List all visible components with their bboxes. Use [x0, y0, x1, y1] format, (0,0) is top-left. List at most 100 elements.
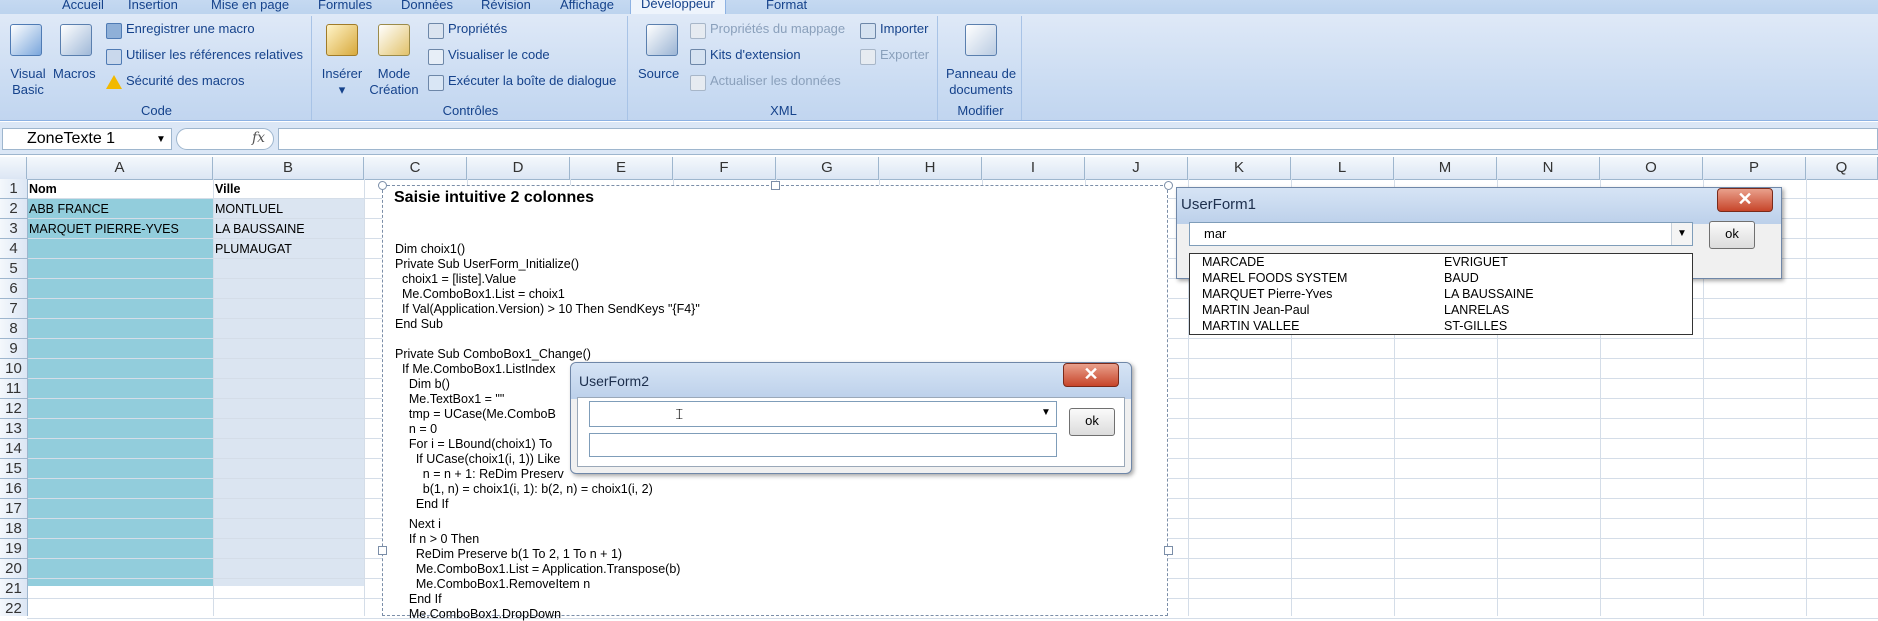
name-box-dropdown-icon[interactable]: ▼ — [156, 134, 166, 145]
list-item-city[interactable]: ST-GILLES — [1444, 319, 1507, 333]
source-button[interactable]: Source — [638, 66, 679, 81]
userform1-ok-button[interactable]: ok — [1709, 221, 1755, 249]
row-header[interactable]: 11 — [0, 379, 27, 399]
col-header-n[interactable]: N — [1497, 157, 1600, 179]
row-header[interactable]: 12 — [0, 399, 27, 419]
source-icon[interactable] — [646, 24, 678, 56]
col-header-e[interactable]: E — [570, 157, 673, 179]
formula-input[interactable] — [278, 128, 1878, 150]
resize-handle[interactable] — [771, 181, 780, 190]
row-header[interactable]: 10 — [0, 359, 27, 379]
row-header[interactable]: 7 — [0, 299, 27, 319]
select-all-corner[interactable] — [0, 157, 27, 179]
col-header-g[interactable]: G — [776, 157, 879, 179]
cell-a2[interactable]: ABB FRANCE — [29, 202, 109, 216]
design-mode-icon[interactable] — [378, 24, 410, 56]
document-panel-button[interactable]: Panneau de documents — [944, 66, 1018, 98]
tab-donnees[interactable]: Données — [401, 0, 453, 12]
row-header[interactable]: 6 — [0, 279, 27, 299]
cell-a3[interactable]: MARQUET PIERRE-YVES — [29, 222, 179, 236]
list-item-city[interactable]: EVRIGUET — [1444, 255, 1508, 269]
row-header[interactable]: 4 — [0, 239, 27, 259]
row-header[interactable]: 1 — [0, 179, 27, 199]
tab-affichage[interactable]: Affichage — [560, 0, 614, 12]
tab-accueil[interactable]: Accueil — [62, 0, 104, 12]
tab-mise-en-page[interactable]: Mise en page — [211, 0, 289, 12]
visual-basic-button[interactable]: Visual Basic — [8, 66, 48, 98]
visual-basic-icon[interactable] — [10, 24, 42, 56]
resize-handle[interactable] — [378, 181, 387, 190]
row-header[interactable]: 14 — [0, 439, 27, 459]
list-item-city[interactable]: BAUD — [1444, 271, 1479, 285]
name-box[interactable]: ZoneTexte 1 — [2, 128, 172, 150]
chevron-down-icon[interactable]: ▼ — [1036, 402, 1056, 426]
row-header[interactable]: 9 — [0, 339, 27, 359]
tab-format[interactable]: Format — [766, 0, 807, 12]
col-header-f[interactable]: F — [673, 157, 776, 179]
row-header[interactable]: 21 — [0, 579, 27, 599]
userform2-combobox[interactable]: 𝙸 ▼ — [589, 401, 1057, 427]
userform2-titlebar[interactable] — [571, 363, 1131, 399]
resize-handle[interactable] — [1164, 546, 1173, 555]
cell-b3[interactable]: LA BAUSSAINE — [215, 222, 305, 236]
col-header-q[interactable]: Q — [1806, 157, 1878, 179]
list-item-name[interactable]: MARTIN Jean-Paul — [1202, 303, 1309, 317]
macro-security-button[interactable]: Sécurité des macros — [126, 73, 245, 88]
row-header[interactable]: 20 — [0, 559, 27, 579]
record-macro-button[interactable]: Enregistrer une macro — [126, 21, 255, 36]
row-header[interactable]: 8 — [0, 319, 27, 339]
userform2-ok-button[interactable]: ok — [1069, 408, 1115, 436]
list-item-city[interactable]: LA BAUSSAINE — [1444, 287, 1534, 301]
design-mode-button[interactable]: Mode Création — [369, 66, 419, 98]
map-properties-button[interactable]: Propriétés du mappage — [710, 21, 845, 36]
row-header[interactable]: 3 — [0, 219, 27, 239]
row-header[interactable]: 22 — [0, 599, 27, 619]
col-header-d[interactable]: D — [467, 157, 570, 179]
userform2-textbox[interactable] — [589, 433, 1057, 457]
col-header-j[interactable]: J — [1085, 157, 1188, 179]
macros-icon[interactable] — [60, 24, 92, 56]
col-header-l[interactable]: L — [1291, 157, 1394, 179]
view-code-button[interactable]: Visualiser le code — [448, 47, 550, 62]
resize-handle[interactable] — [1164, 181, 1173, 190]
cell-b1[interactable]: Ville — [215, 182, 240, 196]
tab-insertion[interactable]: Insertion — [128, 0, 178, 12]
row-header[interactable]: 13 — [0, 419, 27, 439]
list-item-city[interactable]: LANRELAS — [1444, 303, 1509, 317]
list-item-name[interactable]: MARQUET Pierre-Yves — [1202, 287, 1332, 301]
col-header-o[interactable]: O — [1600, 157, 1703, 179]
document-panel-icon[interactable] — [965, 24, 997, 56]
userform1-titlebar[interactable] — [1177, 188, 1781, 224]
col-header-p[interactable]: P — [1703, 157, 1806, 179]
import-button[interactable]: Importer — [880, 21, 928, 36]
row-header[interactable]: 15 — [0, 459, 27, 479]
cell-b4[interactable]: PLUMAUGAT — [215, 242, 292, 256]
close-icon[interactable]: ✕ — [1717, 188, 1773, 212]
run-dialog-button[interactable]: Exécuter la boîte de dialogue — [448, 73, 616, 88]
relative-refs-button[interactable]: Utiliser les références relatives — [126, 47, 303, 62]
cell-a1[interactable]: Nom — [29, 182, 57, 196]
row-header[interactable]: 19 — [0, 539, 27, 559]
refresh-data-button[interactable]: Actualiser les données — [710, 73, 841, 88]
row-header[interactable]: 2 — [0, 199, 27, 219]
row-header[interactable]: 17 — [0, 499, 27, 519]
cell-b2[interactable]: MONTLUEL — [215, 202, 283, 216]
userform1-combobox[interactable]: mar ▼ — [1189, 222, 1693, 246]
list-item-name[interactable]: MARTIN VALLEE — [1202, 319, 1300, 333]
extension-packs-button[interactable]: Kits d'extension — [710, 47, 801, 62]
chevron-down-icon[interactable]: ▼ — [1671, 223, 1692, 245]
properties-button[interactable]: Propriétés — [448, 21, 507, 36]
tab-developpeur[interactable]: Développeur — [630, 0, 726, 14]
tab-revision[interactable]: Révision — [481, 0, 531, 12]
resize-handle[interactable] — [378, 546, 387, 555]
macros-button[interactable]: Macros — [53, 66, 96, 81]
col-header-k[interactable]: K — [1188, 157, 1291, 179]
fx-icon[interactable]: fx — [252, 130, 265, 146]
insert-button[interactable]: Insérer ▾ — [321, 66, 363, 98]
row-header[interactable]: 18 — [0, 519, 27, 539]
export-button[interactable]: Exporter — [880, 47, 929, 62]
col-header-i[interactable]: I — [982, 157, 1085, 179]
list-item-name[interactable]: MARCADE — [1202, 255, 1265, 269]
row-header[interactable]: 16 — [0, 479, 27, 499]
col-header-a[interactable]: A — [27, 157, 213, 179]
